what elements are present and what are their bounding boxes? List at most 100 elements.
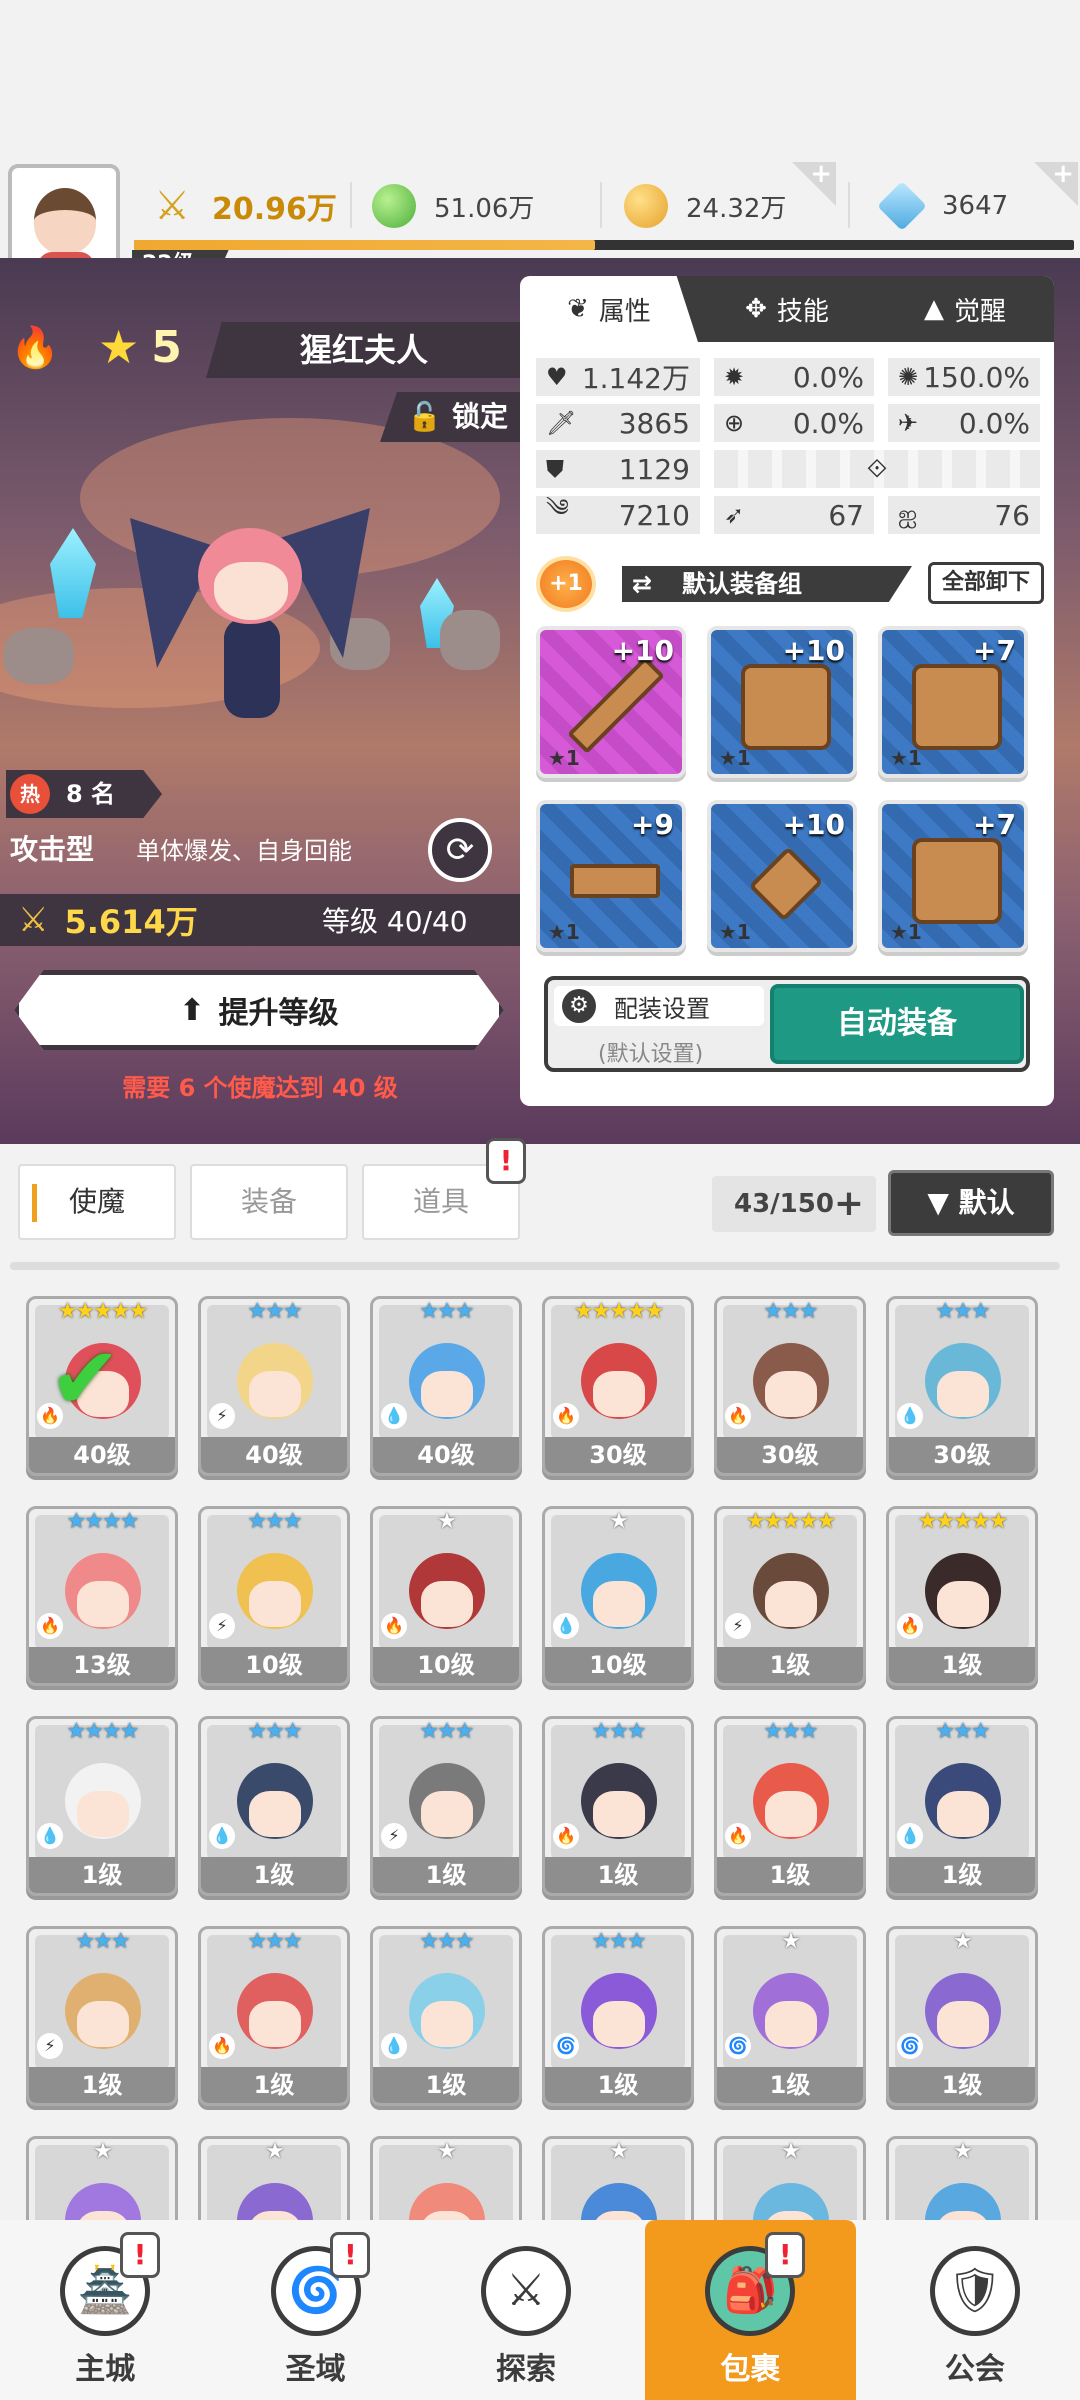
familiar-face <box>765 1371 817 1417</box>
familiar-card[interactable]: ★★★★★ 🔥 30级 <box>542 1296 694 1476</box>
familiar-level: 30级 <box>717 1437 863 1473</box>
crit-damage-stat[interactable]: ✺ 150.0% <box>888 358 1040 396</box>
auto-equip-button[interactable]: 自动装备 <box>770 984 1024 1064</box>
equipment-slot-sword[interactable]: +10 ★1 <box>536 626 686 778</box>
boots-icon <box>912 838 1002 924</box>
familiar-card[interactable]: ★★★ 💧 1级 <box>198 1716 350 1896</box>
equipment-star: ★1 <box>719 920 751 944</box>
familiar-card[interactable]: ★★★★★ ⚡ 1级 <box>714 1506 866 1686</box>
alert-icon: ! <box>765 2232 806 2278</box>
familiar-card[interactable]: ★★★ ⚡ 40级 <box>198 1296 350 1476</box>
familiar-face <box>765 1791 817 1837</box>
switch-hero-button[interactable]: ⟳ <box>428 818 492 882</box>
unequip-all-button[interactable]: 全部卸下 <box>928 562 1044 604</box>
equipment-slot-necklace[interactable]: +10 ★1 <box>707 800 857 952</box>
familiar-level: 30级 <box>545 1437 691 1473</box>
equipment-slot-helmet[interactable]: +10 ★1 <box>707 626 857 778</box>
add-gold-button[interactable]: + <box>792 162 836 206</box>
familiar-level: 10级 <box>201 1647 347 1683</box>
hp-stat[interactable]: ♥ 1.142万 <box>536 358 700 396</box>
add-gem-button[interactable]: + <box>1034 162 1078 206</box>
attack-stat[interactable]: 🗡 3865 <box>536 404 700 442</box>
crit-rate-stat[interactable]: ✹ 0.0% <box>714 358 874 396</box>
equipment-set-header: +1 ⇄ 默认装备组 全部卸下 <box>536 556 1044 612</box>
equipment-slot-belt[interactable]: +9 ★1 <box>536 800 686 952</box>
gear-settings-button[interactable]: ⚙ 配装设置 <box>554 986 764 1026</box>
enhance-badge[interactable]: +1 <box>536 556 596 612</box>
familiar-level: 1级 <box>373 2067 519 2103</box>
upgrade-level-label: 提升等级 <box>218 996 339 1031</box>
tab-skills[interactable]: ✥ 技能 <box>698 276 876 342</box>
familiar-face <box>77 1581 129 1627</box>
familiar-face <box>937 2001 989 2047</box>
familiar-card[interactable]: ★★★ 🔥 30级 <box>714 1296 866 1476</box>
familiar-card[interactable]: ★★★ ⚡ 1级 <box>26 1926 178 2106</box>
familiar-star-rating: ★★★ <box>419 1719 474 1744</box>
familiar-face <box>421 1791 473 1837</box>
familiar-card[interactable]: ★★★ 💧 40级 <box>370 1296 522 1476</box>
tab-familiars[interactable]: 使魔 <box>18 1164 176 1240</box>
nav-item-3[interactable]: 🎒 包裹! <box>645 2220 856 2400</box>
familiar-card[interactable]: ★ <box>370 2136 522 2220</box>
equipment-set-selector[interactable]: ⇄ 默认装备组 <box>622 566 912 602</box>
hero-power-value: 5.614万 <box>64 903 198 941</box>
familiar-card[interactable]: ★★★ 🔥 1级 <box>714 1716 866 1896</box>
familiar-card[interactable]: ★ <box>542 2136 694 2220</box>
familiar-card[interactable]: ★★★ 💧 30级 <box>886 1296 1038 1476</box>
divider <box>10 1262 1060 1270</box>
familiar-star-rating: ★★★ <box>763 1719 818 1744</box>
familiar-card[interactable]: ★★★ 🔥 1级 <box>542 1716 694 1896</box>
nav-label: 主城 <box>75 2352 136 2387</box>
familiar-star-rating: ★ <box>93 2139 113 2164</box>
familiar-card[interactable]: ★ 💧 10级 <box>542 1506 694 1686</box>
familiar-card[interactable]: ★ <box>714 2136 866 2220</box>
familiar-card[interactable]: ★★★ 💧 1级 <box>886 1716 1038 1896</box>
nav-item-1[interactable]: 🌀 圣域! <box>210 2220 420 2400</box>
popularity-rank[interactable]: 热 8 名 <box>6 770 162 818</box>
accuracy-stat[interactable]: ⊕ 0.0% <box>714 404 874 442</box>
familiar-card[interactable]: ★★★ ⚡ 10级 <box>198 1506 350 1686</box>
familiar-card[interactable]: ★★★★★ 🔥 1级 <box>886 1506 1038 1686</box>
tab-equipment[interactable]: 装备 <box>190 1164 348 1240</box>
dodge-stat[interactable]: ✈ 0.0% <box>888 404 1040 442</box>
element-icon: 💧 <box>553 1613 579 1639</box>
nav-item-2[interactable]: ⚔ 探索 <box>421 2220 631 2400</box>
equipment-star: ★1 <box>548 920 580 944</box>
familiar-face <box>937 1791 989 1837</box>
stat-table: ♥ 1.142万 ✹ 0.0% ✺ 150.0% 🗡 3865 ⊕ 0.0% ✈ 0.0% … <box>536 358 1040 542</box>
expand-capacity-button[interactable]: + <box>834 1176 864 1232</box>
stat-c[interactable]: ஐ 76 <box>888 496 1040 534</box>
familiar-card[interactable]: ★★★★ 🔥 13级 <box>26 1506 178 1686</box>
lock-button[interactable]: 🔓 锁定 <box>380 392 522 442</box>
speed-stat[interactable]: ༄ 7210 <box>536 494 700 534</box>
familiar-card[interactable]: ★ <box>198 2136 350 2220</box>
upgrade-level-button[interactable]: ⬆ 提升等级 <box>14 970 504 1050</box>
familiar-card[interactable]: ★ <box>26 2136 178 2220</box>
sort-dropdown[interactable]: ▼ 默认 <box>888 1170 1054 1236</box>
familiar-card[interactable]: ★ 🌀 1级 <box>886 1926 1038 2106</box>
familiar-card[interactable]: ★ <box>886 2136 1038 2220</box>
nav-item-0[interactable]: 🏯 主城! <box>0 2220 210 2400</box>
familiar-star-rating: ★★★ <box>419 1299 474 1324</box>
familiar-level: 40级 <box>201 1437 347 1473</box>
familiar-card[interactable]: ★★★ ⚡ 1级 <box>370 1716 522 1896</box>
sword-icon: ⚔ <box>481 2246 572 2336</box>
familiar-card[interactable]: ★★★ 💧 1级 <box>370 1926 522 2106</box>
equipment-slot-boots[interactable]: +7 ★1 <box>878 800 1028 952</box>
familiar-card[interactable]: ★ 🌀 1级 <box>714 1926 866 2106</box>
familiar-card[interactable]: ★★★★★ 🔥 ✔ 40级 <box>26 1296 178 1476</box>
exp-bar-fill <box>134 240 595 250</box>
tab-attributes[interactable]: ❦ 属性 <box>520 276 698 342</box>
familiar-star-rating: ★ <box>609 2139 629 2164</box>
hero-name: 猩红夫人 <box>206 322 522 378</box>
familiar-card[interactable]: ★★★ 🌀 1级 <box>542 1926 694 2106</box>
stat-b[interactable]: ➶ 67 <box>714 496 874 534</box>
familiar-card[interactable]: ★ 🔥 10级 <box>370 1506 522 1686</box>
familiar-card[interactable]: ★★★★ 💧 1级 <box>26 1716 178 1896</box>
familiar-star-rating: ★ <box>953 1929 973 1954</box>
tab-awaken[interactable]: ▲ 觉醒 <box>876 276 1054 342</box>
familiar-card[interactable]: ★★★ 🔥 1级 <box>198 1926 350 2106</box>
nav-item-4[interactable]: 🛡 公会 <box>870 2220 1080 2400</box>
element-icon: 🔥 <box>209 2033 235 2059</box>
equipment-slot-armor[interactable]: +7 ★1 <box>878 626 1028 778</box>
